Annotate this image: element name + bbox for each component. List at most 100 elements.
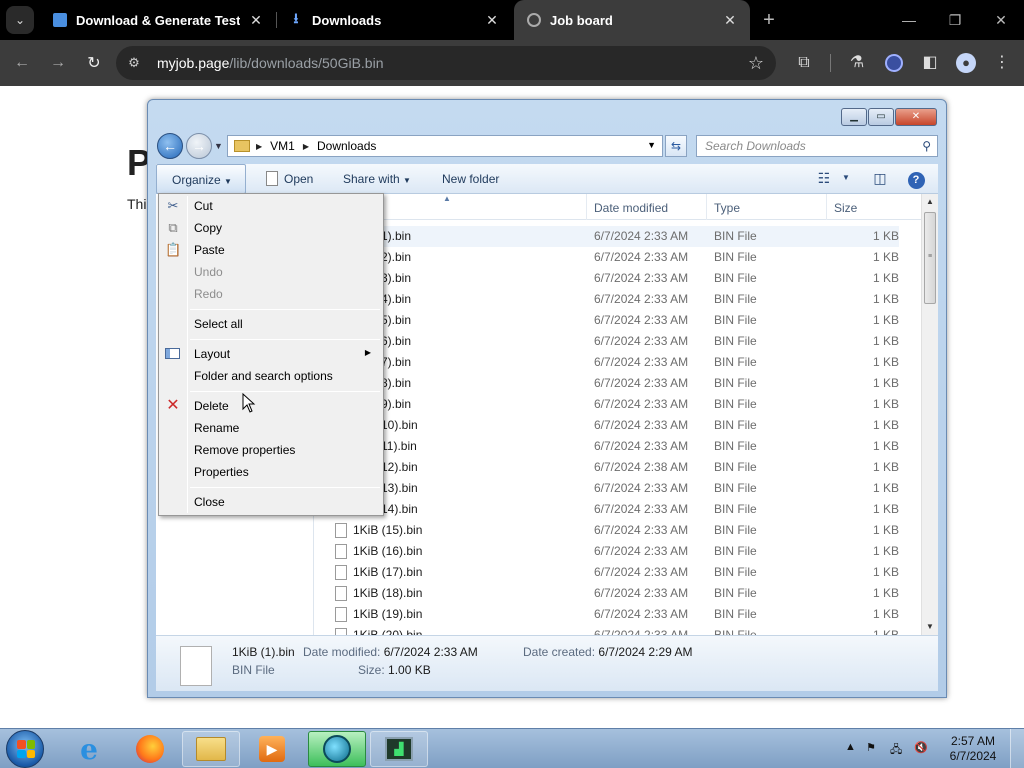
table-row[interactable]: 10).bin 6/7/2024 2:33 AM BIN File 1 KB (315, 415, 899, 436)
tab-download-generate[interactable]: Download & Generate Test File ✕ (40, 0, 276, 40)
table-row[interactable]: 1KiB (19).bin 6/7/2024 2:33 AM BIN File 1 K… (315, 604, 899, 625)
close-window-button[interactable]: ✕ (978, 0, 1024, 40)
column-separator[interactable] (826, 194, 827, 220)
explorer-forward-button[interactable]: → (186, 133, 212, 159)
file-list[interactable]: ▲ Date modified Type Size 1).bin 6/7/2024… (315, 194, 938, 635)
kebab-menu-icon[interactable]: ⋮ (990, 51, 1014, 75)
scroll-down-arrow[interactable]: ▼ (922, 619, 938, 635)
table-row[interactable]: 14).bin 6/7/2024 2:33 AM BIN File 1 KB (315, 499, 899, 520)
column-date-modified[interactable]: Date modified (594, 201, 668, 215)
menu-item-layout[interactable]: Layout ▶ (161, 343, 381, 365)
table-row[interactable]: 9).bin 6/7/2024 2:33 AM BIN File 1 KB (315, 394, 899, 415)
close-icon[interactable]: ✕ (722, 12, 738, 28)
taskbar-file-explorer[interactable] (182, 731, 240, 767)
show-desktop-button[interactable] (1010, 729, 1024, 768)
new-tab-button[interactable]: + (758, 9, 780, 31)
taskbar-media-player[interactable]: ▶ (243, 731, 301, 767)
tab-search-button[interactable]: ⌄ (6, 6, 34, 34)
menu-item-copy[interactable]: ⧉ Copy (161, 217, 381, 239)
address-dropdown-icon[interactable]: ▼ (647, 140, 656, 150)
breadcrumb-vm1[interactable]: VM1 (270, 139, 295, 153)
explorer-address-bar[interactable]: ▶ VM1 ▶ Downloads ▼ (227, 135, 663, 157)
extensions-icon[interactable]: ⧉ (792, 51, 816, 75)
table-row[interactable]: 8).bin 6/7/2024 2:33 AM BIN File 1 KB (315, 373, 899, 394)
preview-pane-icon[interactable]: ◫ (870, 170, 890, 188)
menu-item-select-all[interactable]: Select all (161, 313, 381, 335)
start-button[interactable] (6, 730, 44, 768)
table-row[interactable]: 1KiB (16).bin 6/7/2024 2:33 AM BIN File 1 K… (315, 541, 899, 562)
table-row[interactable]: 2).bin 6/7/2024 2:33 AM BIN File 1 KB (315, 247, 899, 268)
scroll-thumb[interactable]: ≡ (924, 212, 936, 304)
table-row[interactable]: 1KiB (15).bin 6/7/2024 2:33 AM BIN File 1 K… (315, 520, 899, 541)
organize-button[interactable]: Organize ▼ (156, 164, 246, 194)
table-row[interactable]: 6).bin 6/7/2024 2:33 AM BIN File 1 KB (315, 331, 899, 352)
reload-button[interactable]: ↻ (80, 49, 108, 77)
new-folder-button[interactable]: New folder (442, 172, 499, 186)
recent-pages-dropdown[interactable]: ▼ (214, 141, 223, 151)
table-row[interactable]: 4).bin 6/7/2024 2:33 AM BIN File 1 KB (315, 289, 899, 310)
column-separator[interactable] (706, 194, 707, 220)
restore-button[interactable]: ❐ (932, 0, 978, 40)
taskbar-task-manager[interactable]: ▟ (370, 731, 428, 767)
show-hidden-icons-arrow[interactable]: ▲ (845, 741, 856, 753)
menu-item-folder-search-options[interactable]: Folder and search options (161, 365, 381, 387)
taskbar-browser[interactable] (308, 731, 366, 767)
share-with-button[interactable]: Share with ▼ (343, 172, 411, 186)
taskbar-internet-explorer[interactable]: e (60, 731, 118, 767)
view-options-icon[interactable]: ☷ (814, 170, 834, 188)
menu-item-cut[interactable]: ✂ Cut (161, 195, 381, 217)
explorer-maximize-button[interactable]: ▭ (868, 108, 894, 126)
extension-globe-icon[interactable] (882, 51, 906, 75)
explorer-search-input[interactable]: Search Downloads ⚲ (696, 135, 938, 157)
table-row[interactable]: 13).bin 6/7/2024 2:33 AM BIN File 1 KB (315, 478, 899, 499)
breadcrumb-downloads[interactable]: Downloads (317, 139, 376, 153)
menu-item-close[interactable]: Close (161, 491, 381, 513)
file-list-scrollbar[interactable]: ▲ ≡ ▼ (921, 194, 938, 635)
explorer-minimize-button[interactable]: ▁ (841, 108, 867, 126)
menu-item-rename[interactable]: Rename (161, 417, 381, 439)
side-panel-icon[interactable]: ◧ (918, 51, 942, 75)
breadcrumb-arrow-icon[interactable]: ▶ (256, 142, 262, 151)
table-row[interactable]: 12).bin 6/7/2024 2:38 AM BIN File 1 KB (315, 457, 899, 478)
forward-button[interactable]: → (44, 49, 72, 77)
column-type[interactable]: Type (714, 201, 740, 215)
table-row[interactable]: 7).bin 6/7/2024 2:33 AM BIN File 1 KB (315, 352, 899, 373)
help-icon[interactable]: ? (906, 170, 926, 189)
volume-muted-icon[interactable]: 🔇 (914, 741, 928, 754)
bookmark-star-icon[interactable]: ☆ (748, 53, 764, 74)
breadcrumb-arrow-icon[interactable]: ▶ (303, 142, 309, 151)
view-dropdown-icon[interactable]: ▼ (836, 173, 856, 191)
back-button[interactable]: ← (8, 49, 36, 77)
close-icon[interactable]: ✕ (484, 12, 500, 28)
table-row[interactable]: 1).bin 6/7/2024 2:33 AM BIN File 1 KB (315, 226, 899, 247)
profile-avatar-icon[interactable]: ● (954, 51, 978, 75)
column-size[interactable]: Size (834, 201, 857, 215)
table-row[interactable]: 1KiB (18).bin 6/7/2024 2:33 AM BIN File 1 K… (315, 583, 899, 604)
scroll-up-arrow[interactable]: ▲ (922, 194, 938, 210)
explorer-refresh-button[interactable]: ⇆ (665, 135, 687, 157)
open-button[interactable]: Open (266, 170, 313, 186)
table-row[interactable]: 3).bin 6/7/2024 2:33 AM BIN File 1 KB (315, 268, 899, 289)
tab-job-board[interactable]: Job board ✕ (514, 0, 750, 40)
minimize-button[interactable]: — (886, 0, 932, 40)
table-row[interactable]: 1KiB (17).bin 6/7/2024 2:33 AM BIN File 1 K… (315, 562, 899, 583)
table-row[interactable]: 5).bin 6/7/2024 2:33 AM BIN File 1 KB (315, 310, 899, 331)
table-row[interactable]: 1KiB (20).bin 6/7/2024 2:33 AM BIN File 1 K… (315, 625, 899, 635)
address-bar[interactable]: ⚙ myjob.page/lib/downloads/50GiB.bin ☆ (116, 46, 776, 80)
system-clock[interactable]: 2:57 AM 6/7/2024 (947, 734, 999, 764)
site-info-icon[interactable]: ⚙ (126, 55, 142, 71)
column-separator[interactable] (586, 194, 587, 220)
menu-item-delete[interactable]: ✕ Delete (161, 395, 381, 417)
table-row[interactable]: 11).bin 6/7/2024 2:33 AM BIN File 1 KB (315, 436, 899, 457)
explorer-back-button[interactable]: ← (157, 133, 183, 159)
menu-item-redo[interactable]: Redo (161, 283, 381, 305)
labs-flask-icon[interactable]: ⚗ (845, 51, 869, 75)
menu-item-remove-properties[interactable]: Remove properties (161, 439, 381, 461)
action-center-flag-icon[interactable]: ⚑ (866, 741, 876, 754)
explorer-close-button[interactable]: ✕ (895, 108, 937, 126)
menu-item-undo[interactable]: Undo (161, 261, 381, 283)
close-icon[interactable]: ✕ (248, 12, 264, 28)
menu-item-paste[interactable]: 📋 Paste (161, 239, 381, 261)
tab-downloads[interactable]: ⭳ Downloads ✕ (276, 0, 512, 40)
taskbar-firefox[interactable] (121, 731, 179, 767)
